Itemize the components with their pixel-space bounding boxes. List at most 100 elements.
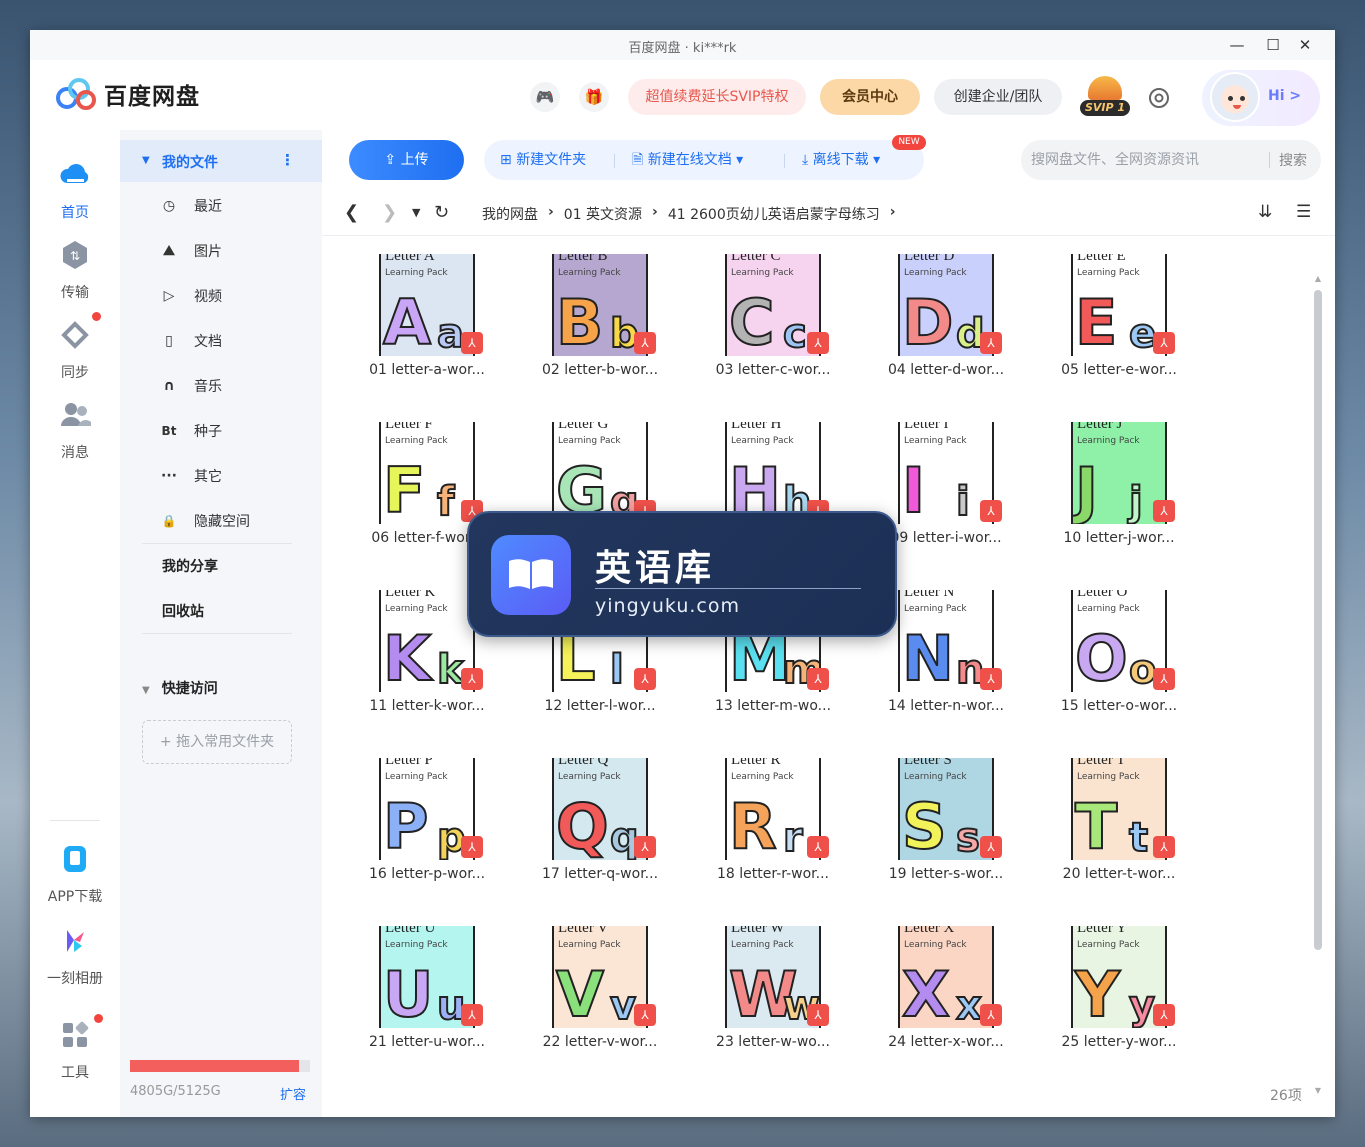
sidebar-item-torrents[interactable]: Bt 种子 bbox=[160, 416, 222, 446]
user-avatar-area[interactable]: Hi > bbox=[1202, 70, 1320, 126]
create-team-button[interactable]: 创建企业/团队 bbox=[934, 79, 1062, 115]
breadcrumb-item[interactable]: 01 英文资源 bbox=[564, 204, 642, 224]
scroll-down-arrow-icon[interactable]: ▼ bbox=[1313, 1086, 1323, 1095]
more-options-icon[interactable]: ⋮ bbox=[280, 151, 295, 169]
quick-access-header[interactable]: ▼ 快捷访问 bbox=[142, 678, 218, 698]
upload-button[interactable]: ⇪ 上传 bbox=[349, 140, 464, 180]
file-item[interactable]: Letter P Learning Pack Pp ⅄ 16 letter-p-wor.… bbox=[352, 752, 502, 902]
thumb-title: Letter N bbox=[904, 590, 955, 600]
quick-access-label: 快捷访问 bbox=[161, 681, 218, 697]
settings-gear-icon[interactable] bbox=[1146, 85, 1172, 111]
expand-storage-link[interactable]: 扩容 bbox=[280, 1084, 306, 1103]
file-item[interactable]: Letter D Learning Pack Dd ⅄ 04 letter-d-wor.… bbox=[871, 248, 1021, 398]
thumb-title: Letter P bbox=[385, 758, 433, 768]
new-folder-label: 新建文件夹 bbox=[516, 152, 587, 168]
file-item[interactable]: Letter U Learning Pack Uu ⅄ 21 letter-u-wor.… bbox=[352, 920, 502, 1070]
rail-label-sync: 同步 bbox=[61, 365, 89, 381]
thumb-subtitle: Learning Pack bbox=[731, 268, 794, 278]
sidebar-item-documents[interactable]: ▯ 文档 bbox=[160, 326, 222, 356]
thumb-title: Letter W bbox=[731, 926, 785, 936]
file-item[interactable]: Letter Q Learning Pack Qq ⅄ 17 letter-q-wor.… bbox=[525, 752, 675, 902]
scroll-up-arrow-icon[interactable]: ▲ bbox=[1313, 274, 1323, 283]
file-item[interactable]: Letter W Learning Pack Ww ⅄ 23 letter-w-wo..… bbox=[698, 920, 848, 1070]
file-item[interactable]: Letter O Learning Pack Oo ⅄ 15 letter-o-wor.… bbox=[1044, 584, 1194, 734]
breadcrumb-item[interactable]: 41 2600页幼儿英语启蒙字母练习 bbox=[668, 204, 880, 224]
minimize-button[interactable]: — bbox=[1225, 34, 1249, 56]
pdf-file-icon: ⅄ bbox=[980, 500, 1002, 522]
rail-item-home[interactable]: 首页 bbox=[30, 158, 120, 222]
rail-item-app-download[interactable]: APP下载 bbox=[30, 842, 120, 906]
sidebar-item-music[interactable]: ∩ 音乐 bbox=[160, 371, 222, 401]
list-view-icon[interactable]: ☰ bbox=[1296, 202, 1311, 222]
thumb-title: Letter O bbox=[1077, 590, 1128, 600]
file-item[interactable]: Letter J Learning Pack Jj ⅄ 10 letter-j-wor.… bbox=[1044, 416, 1194, 566]
sidebar-item-hidden-space[interactable]: 🔒 隐藏空间 bbox=[160, 506, 250, 536]
lock-icon: 🔒 bbox=[161, 514, 177, 528]
breadcrumb-item[interactable]: 我的网盘 bbox=[482, 204, 538, 224]
sidebar-item-other[interactable]: ··· 其它 bbox=[160, 461, 222, 491]
file-item[interactable]: Letter E Learning Pack Ee ⅄ 05 letter-e-wor.… bbox=[1044, 248, 1194, 398]
thumb-uppercase: P bbox=[382, 790, 429, 860]
sidebar-item-images[interactable]: ⛰ 图片 bbox=[160, 236, 222, 266]
new-online-doc-button[interactable]: 🗎 新建在线文档 ▾ bbox=[632, 140, 743, 180]
thumb-title: Letter B bbox=[558, 254, 608, 264]
rail-item-photo-album[interactable]: 一刻相册 bbox=[30, 924, 120, 988]
thumb-lowercase: x bbox=[955, 983, 983, 1028]
my-files-header[interactable]: ▼ 我的文件 ⋮ bbox=[120, 140, 322, 182]
search-input[interactable] bbox=[1031, 148, 1261, 172]
rail-item-transfer[interactable]: ⇅ 传输 bbox=[30, 238, 120, 302]
file-sidebar: ▼ 我的文件 ⋮ ◷ 最近 ⛰ 图片 ▷ 视频 ▯ 文档 ∩ 音乐 Bt 种子 bbox=[120, 130, 322, 1117]
rail-label-transfer: 传输 bbox=[61, 285, 89, 301]
history-dropdown-icon[interactable]: ▼ bbox=[412, 206, 420, 219]
file-item[interactable]: Letter R Learning Pack Rr ⅄ 18 letter-r-wor.… bbox=[698, 752, 848, 902]
file-name: 02 letter-b-wor... bbox=[541, 362, 659, 378]
vip-center-button[interactable]: 会员中心 bbox=[820, 79, 920, 115]
file-item[interactable]: Letter S Learning Pack Ss ⅄ 19 letter-s-wor.… bbox=[871, 752, 1021, 902]
thumb-subtitle: Learning Pack bbox=[558, 436, 621, 446]
close-button[interactable]: ✕ bbox=[1293, 34, 1317, 56]
refresh-icon[interactable]: ↻ bbox=[434, 202, 449, 223]
yingyuku-watermark: 英语库 yingyuku.com bbox=[467, 511, 897, 637]
rail-item-tools[interactable]: 工具 bbox=[30, 1014, 120, 1082]
thumb-uppercase: U bbox=[382, 958, 434, 1028]
thumb-title: Letter J bbox=[1077, 422, 1123, 432]
file-item[interactable]: Letter C Learning Pack Cc ⅄ 03 letter-c-wor.… bbox=[698, 248, 848, 398]
sidebar-item-recycle-bin[interactable]: 回收站 bbox=[162, 601, 204, 621]
thumb-uppercase: L bbox=[555, 622, 596, 692]
file-item[interactable]: Letter X Learning Pack Xx ⅄ 24 letter-x-wor.… bbox=[871, 920, 1021, 1070]
pdf-file-icon: ⅄ bbox=[461, 1004, 483, 1026]
game-icon[interactable]: 🎮 bbox=[530, 82, 560, 112]
rail-item-sync[interactable]: 同步 bbox=[30, 312, 120, 382]
file-name: 20 letter-t-wor... bbox=[1062, 866, 1176, 882]
collapse-triangle-icon: ▼ bbox=[142, 155, 150, 166]
sidebar-item-my-share[interactable]: 我的分享 bbox=[162, 556, 218, 576]
file-item[interactable]: Letter Y Learning Pack Yy ⅄ 25 letter-y-wor.… bbox=[1044, 920, 1194, 1070]
vertical-scrollbar[interactable]: ▲ ▼ bbox=[1313, 274, 1323, 1102]
maximize-button[interactable]: ☐ bbox=[1261, 34, 1285, 56]
file-item[interactable]: Letter V Learning Pack Vv ⅄ 22 letter-v-wor.… bbox=[525, 920, 675, 1070]
back-arrow-icon[interactable]: ❮ bbox=[344, 202, 359, 223]
baidu-netdisk-logo[interactable]: 百度网盘 bbox=[54, 76, 200, 112]
file-item[interactable]: Letter A Learning Pack Aa ⅄ 01 letter-a-wor.… bbox=[352, 248, 502, 398]
svip-renew-button[interactable]: 超值续费延长SVIP特权 bbox=[628, 79, 806, 115]
file-item[interactable]: Letter B Learning Pack Bb ⅄ 02 letter-b-wor.… bbox=[525, 248, 675, 398]
thumb-subtitle: Learning Pack bbox=[1077, 772, 1140, 782]
file-name: 14 letter-n-wor... bbox=[887, 698, 1005, 714]
new-folder-button[interactable]: ⊞ 新建文件夹 bbox=[500, 140, 586, 180]
sort-icon[interactable]: ⇊ bbox=[1258, 202, 1272, 222]
thumb-lowercase: f bbox=[436, 479, 455, 524]
file-item[interactable]: Letter T Learning Pack Tt ⅄ 20 letter-t-wor.… bbox=[1044, 752, 1194, 902]
file-name: 11 letter-k-wor... bbox=[369, 698, 485, 714]
sidebar-item-recent[interactable]: ◷ 最近 bbox=[160, 191, 222, 221]
drop-favorite-folder-zone[interactable]: + 拖入常用文件夹 bbox=[142, 720, 292, 764]
new-folder-icon: ⊞ bbox=[500, 152, 517, 168]
offline-download-button[interactable]: ⤓ 离线下载 ▾ bbox=[802, 140, 880, 180]
svip-level-label: SVIP 1 bbox=[1080, 100, 1130, 116]
forward-arrow-icon[interactable]: ❯ bbox=[382, 202, 397, 223]
scrollbar-thumb[interactable] bbox=[1314, 290, 1322, 950]
search-button[interactable]: 搜索 bbox=[1279, 150, 1307, 170]
sidebar-item-video[interactable]: ▷ 视频 bbox=[160, 281, 222, 311]
rail-item-message[interactable]: 消息 bbox=[30, 398, 120, 462]
gift-icon[interactable]: 🎁 bbox=[579, 82, 609, 112]
svip-level-badge[interactable]: SVIP 1 bbox=[1080, 74, 1130, 120]
